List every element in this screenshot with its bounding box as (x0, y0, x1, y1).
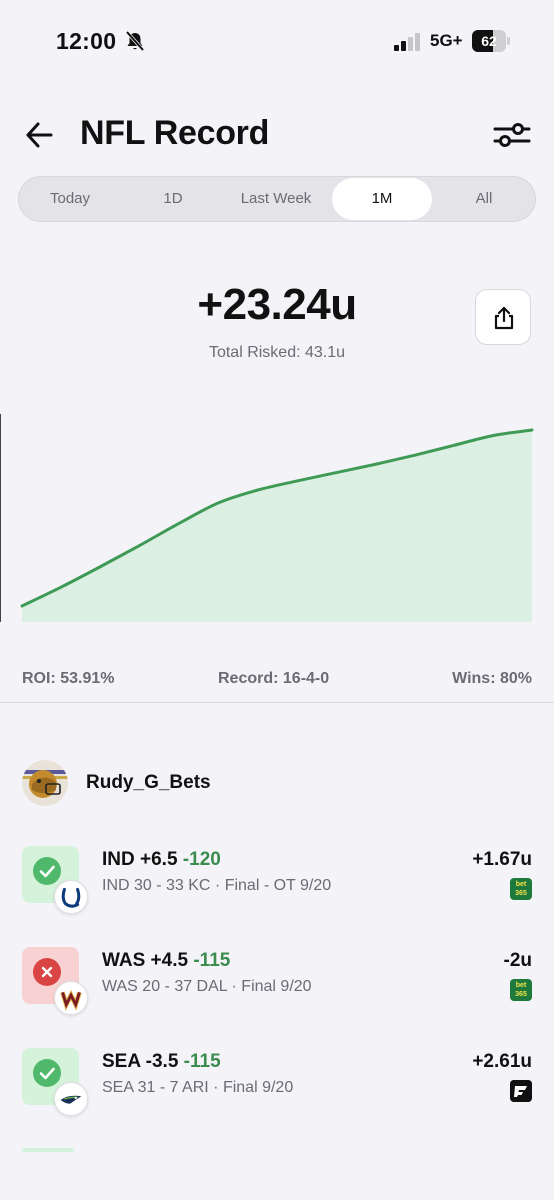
username: Rudy_G_Bets (86, 772, 211, 793)
bet365-label-top: bet (515, 982, 527, 989)
bet-row-was[interactable]: WAS +4.5 -115 WAS 20 - 37 DAL · Final 9/… (22, 947, 533, 1015)
bet-pick-text: WAS +4.5 (102, 950, 189, 971)
bet-result: +2.61u (472, 1051, 532, 1072)
bet-pick: IND +6.5 -120 (102, 849, 221, 871)
commanders-logo-icon (54, 981, 88, 1015)
status-time: 12:00 (56, 28, 117, 54)
bet365-label-top: bet (515, 881, 527, 888)
page-title: NFL Record (80, 114, 270, 152)
next-row-peek (22, 1148, 74, 1152)
battery-level: 62 (481, 33, 497, 49)
avatar (22, 760, 68, 806)
total-units: +23.24u (197, 280, 357, 329)
header: NFL Record (0, 108, 554, 160)
bet365-label-bottom: 365 (515, 890, 527, 897)
bet365-logo-icon: bet 365 (510, 979, 532, 1001)
chart-area (22, 430, 532, 622)
filter-sliders-icon[interactable] (492, 118, 532, 152)
roi-stat: ROI: 53.91% (22, 670, 115, 687)
bet-row-ind[interactable]: IND +6.5 -120 IND 30 - 33 KC · Final - O… (22, 846, 532, 914)
tab-all[interactable]: All (433, 177, 535, 221)
wins-stat: Wins: 80% (452, 670, 532, 687)
network-label: 5G+ (430, 31, 463, 50)
share-icon (494, 306, 514, 330)
fanatics-logo-icon (510, 1080, 532, 1102)
bet-result: -2u (503, 950, 533, 971)
bell-slash-icon (125, 30, 145, 52)
bet-detail: IND 30 - 33 KC · Final - OT 9/20 (102, 877, 332, 894)
bet365-label-bottom: 365 (515, 991, 527, 998)
bet-detail: SEA 31 - 7 ARI · Final 9/20 (102, 1079, 294, 1096)
bet365-logo-icon: bet 365 (510, 878, 532, 900)
tab-1d[interactable]: 1D (122, 177, 224, 221)
record-stat: Record: 16-4-0 (218, 670, 330, 687)
profit-chart (20, 428, 534, 622)
time-range-tabs: Today 1D Last Week 1M All (18, 176, 536, 222)
bet-row-sea[interactable]: SEA -3.5 -115 SEA 31 - 7 ARI · Final 9/2… (22, 1048, 532, 1116)
bet-pick-text: IND +6.5 (102, 849, 178, 870)
status-bar: 12:00 5G+ 62 (0, 0, 554, 84)
seahawks-logo-icon (54, 1082, 88, 1116)
total-risked: Total Risked: 43.1u (208, 344, 346, 361)
colts-logo-icon (54, 880, 88, 914)
x-icon (33, 958, 61, 986)
battery-icon: 62 (472, 30, 510, 52)
bet-odds: -120 (182, 849, 221, 870)
bet-result: +1.67u (472, 849, 532, 870)
bet-pick-text: SEA -3.5 (102, 1051, 179, 1072)
bet-odds: -115 (193, 950, 231, 971)
share-button[interactable] (475, 289, 531, 345)
tab-1m[interactable]: 1M (332, 178, 432, 220)
signal-icon (394, 33, 420, 51)
divider (0, 702, 554, 703)
bet-pick: SEA -3.5 -115 (102, 1051, 221, 1073)
bet-detail: WAS 20 - 37 DAL · Final 9/20 (102, 978, 312, 995)
bet-pick: WAS +4.5 -115 (102, 950, 230, 972)
stats-row: ROI: 53.91% Record: 16-4-0 Wins: 80% (22, 670, 532, 692)
user-row[interactable]: Rudy_G_Bets (22, 760, 322, 806)
check-icon (33, 857, 61, 885)
back-arrow-icon[interactable] (22, 118, 56, 152)
tab-last-week[interactable]: Last Week (225, 177, 327, 221)
tab-today[interactable]: Today (19, 177, 121, 221)
bet-odds: -115 (183, 1051, 221, 1072)
check-icon (33, 1059, 61, 1087)
